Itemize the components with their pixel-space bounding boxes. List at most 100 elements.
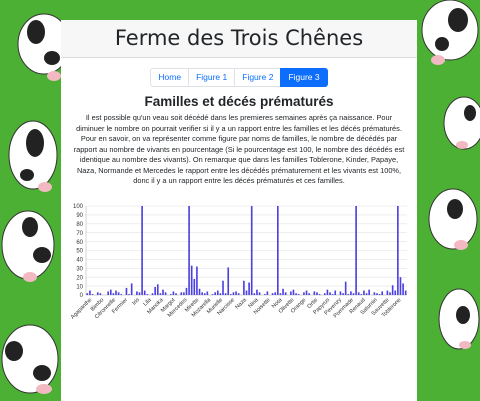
bar bbox=[227, 267, 230, 295]
bar bbox=[154, 286, 156, 295]
bar bbox=[214, 292, 216, 295]
bar bbox=[399, 277, 402, 295]
bar bbox=[211, 294, 214, 295]
bar bbox=[258, 292, 261, 295]
bar bbox=[193, 278, 196, 295]
bar bbox=[352, 293, 355, 295]
bar bbox=[109, 289, 112, 295]
bar bbox=[188, 206, 190, 295]
cow-illustration bbox=[8, 120, 58, 192]
bar bbox=[303, 292, 305, 295]
bar bbox=[170, 294, 172, 295]
bar bbox=[206, 291, 209, 295]
bar bbox=[256, 289, 258, 295]
site-title: Ferme des Trois Chênes bbox=[114, 26, 364, 50]
bar bbox=[360, 294, 363, 295]
cow-illustration bbox=[1, 210, 55, 282]
y-tick-label: 50 bbox=[76, 249, 83, 255]
bar bbox=[143, 290, 146, 295]
cow-illustration bbox=[443, 96, 480, 150]
bar bbox=[357, 292, 360, 295]
bar bbox=[130, 283, 133, 295]
y-tick-label: 90 bbox=[76, 213, 83, 219]
bar bbox=[237, 293, 240, 295]
y-tick-label: 40 bbox=[76, 258, 83, 264]
bar bbox=[350, 291, 352, 295]
bar bbox=[355, 206, 357, 295]
x-tick-label: Naza bbox=[234, 297, 248, 311]
bar bbox=[318, 294, 321, 295]
bar bbox=[112, 293, 115, 295]
bar bbox=[292, 289, 295, 295]
bar bbox=[190, 265, 193, 295]
tab-figure-1[interactable]: Figure 1 bbox=[188, 68, 236, 87]
y-tick-label: 0 bbox=[80, 293, 84, 299]
bar bbox=[222, 280, 224, 295]
bar bbox=[243, 280, 245, 295]
bar bbox=[219, 293, 222, 295]
bar bbox=[235, 291, 237, 295]
family-deaths-chart: 0102030405060708090100AgapantheBimboCitr… bbox=[70, 204, 407, 321]
bar bbox=[107, 291, 109, 295]
cow-illustration bbox=[438, 288, 480, 350]
bar bbox=[368, 289, 370, 295]
bar bbox=[224, 293, 227, 295]
bar bbox=[156, 284, 159, 295]
bar bbox=[136, 291, 138, 295]
cow-illustration bbox=[421, 0, 479, 65]
bar bbox=[386, 290, 389, 295]
bar bbox=[248, 282, 250, 295]
bar bbox=[120, 294, 123, 295]
bar bbox=[295, 293, 297, 295]
cow-illustration bbox=[1, 324, 59, 394]
bar bbox=[128, 294, 130, 295]
bar bbox=[402, 283, 404, 295]
y-tick-label: 70 bbox=[76, 231, 83, 237]
bar bbox=[363, 290, 365, 295]
bar bbox=[183, 292, 185, 295]
bar bbox=[89, 290, 91, 295]
bar bbox=[232, 292, 235, 295]
bar bbox=[271, 293, 274, 295]
bar bbox=[326, 289, 329, 295]
bar bbox=[404, 290, 407, 295]
bar bbox=[297, 294, 300, 295]
bar bbox=[290, 291, 292, 295]
figure-tabs: Home Figure 1 Figure 2 Figure 3 bbox=[61, 68, 417, 87]
cow-illustration bbox=[428, 188, 478, 250]
bar bbox=[266, 291, 269, 295]
bar bbox=[245, 290, 248, 295]
tab-home[interactable]: Home bbox=[150, 68, 190, 87]
bar bbox=[323, 293, 326, 295]
bar bbox=[274, 292, 277, 295]
bar bbox=[376, 293, 378, 295]
bar bbox=[115, 290, 117, 295]
bar bbox=[172, 291, 175, 295]
bar bbox=[334, 290, 337, 295]
bar bbox=[347, 294, 350, 295]
x-tick-label: Iris bbox=[131, 297, 141, 307]
bar bbox=[365, 293, 368, 295]
bar bbox=[308, 293, 310, 295]
bar bbox=[344, 281, 347, 295]
bar bbox=[391, 285, 394, 295]
bar bbox=[203, 293, 206, 295]
bar bbox=[86, 293, 89, 295]
section-description: Il est possible qu'un veau soit décédé d… bbox=[73, 113, 405, 185]
tab-figure-3[interactable]: Figure 3 bbox=[280, 68, 328, 87]
bar bbox=[313, 291, 316, 295]
y-tick-label: 80 bbox=[76, 222, 83, 228]
bar bbox=[250, 206, 253, 295]
bar bbox=[185, 287, 188, 295]
tab-figure-2[interactable]: Figure 2 bbox=[234, 68, 282, 87]
bar bbox=[284, 292, 287, 295]
bar bbox=[331, 294, 334, 295]
bar bbox=[138, 292, 141, 295]
bar bbox=[263, 294, 266, 295]
main-card: Ferme des Trois Chênes Home Figure 1 Fig… bbox=[61, 20, 417, 401]
bar bbox=[253, 293, 256, 295]
bar bbox=[373, 292, 376, 295]
bar bbox=[146, 294, 149, 295]
bar bbox=[378, 294, 381, 295]
y-tick-label: 30 bbox=[76, 267, 83, 273]
